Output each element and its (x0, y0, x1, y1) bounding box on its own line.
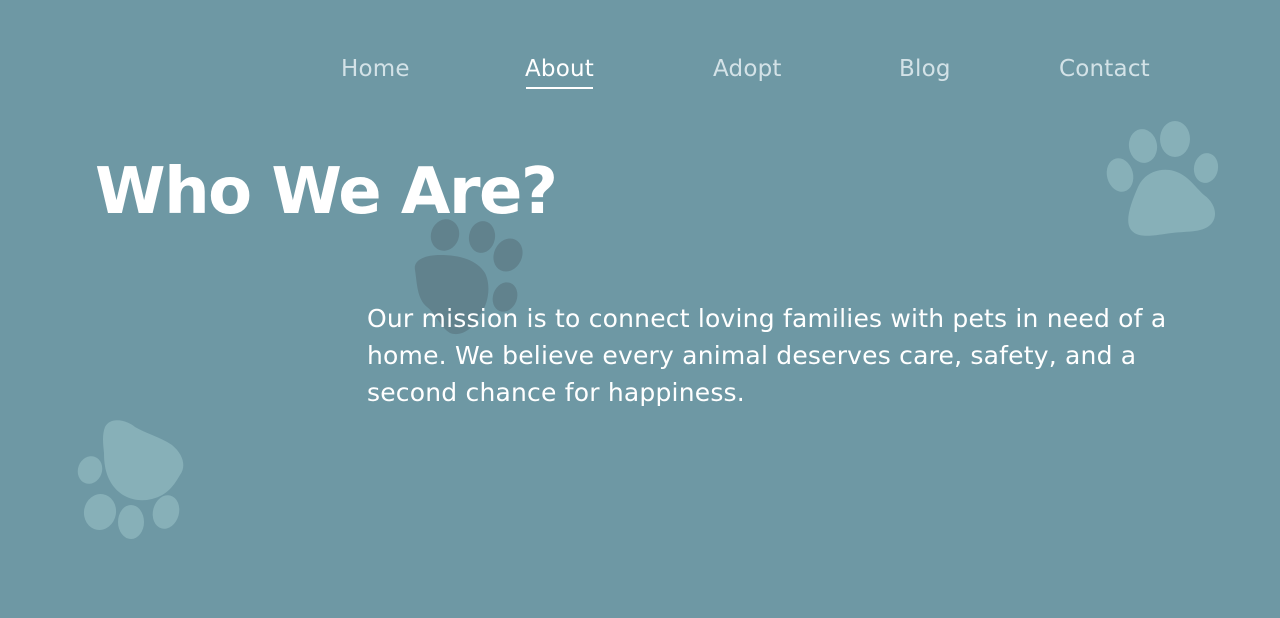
page-title: Who We Are? (95, 155, 558, 229)
nav-link-about[interactable]: About (525, 56, 594, 89)
about-page: Home About Adopt Blog Contact Who We Are… (0, 0, 1280, 618)
nav-link-contact[interactable]: Contact (1059, 56, 1150, 82)
paw-print-icon (70, 415, 195, 545)
main-nav: Home About Adopt Blog Contact (0, 52, 1280, 92)
paw-print-icon (1100, 115, 1225, 240)
nav-link-home[interactable]: Home (341, 56, 410, 82)
mission-text: Our mission is to connect loving familie… (367, 304, 1167, 407)
nav-link-adopt[interactable]: Adopt (713, 56, 782, 82)
nav-link-blog[interactable]: Blog (899, 56, 951, 82)
